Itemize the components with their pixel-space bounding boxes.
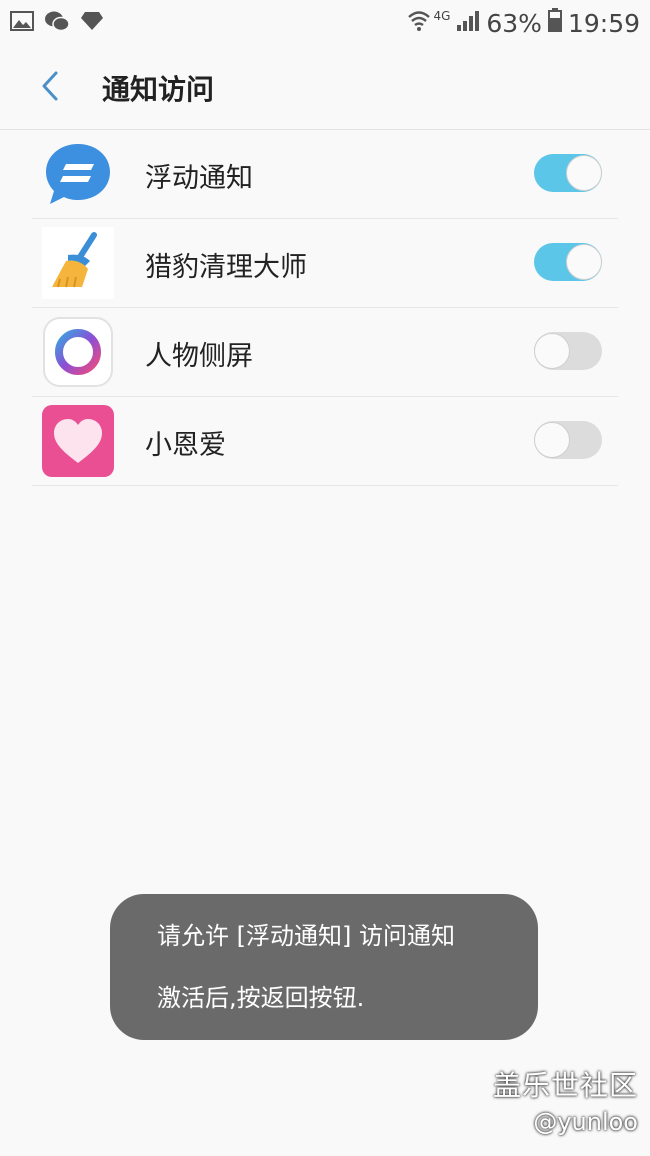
- toggle-people-edge[interactable]: [534, 332, 602, 370]
- wechat-icon: [44, 10, 70, 36]
- list-item-xiaoenai[interactable]: 小恩爱: [32, 397, 618, 486]
- list-item-cleaner[interactable]: 猎豹清理大师: [32, 219, 618, 308]
- app-list: 浮动通知 猎豹清理大师 人物侧屏 小恩爱: [0, 130, 650, 486]
- page-title: 通知访问: [102, 73, 215, 106]
- broom-icon: [42, 227, 114, 299]
- network-type: 4G: [433, 9, 451, 23]
- diamond-icon: [80, 11, 104, 35]
- toggle-cleaner[interactable]: [534, 243, 602, 281]
- toggle-knob: [566, 155, 602, 191]
- chevron-left-icon: [40, 70, 60, 106]
- toast-message: 请允许 [浮动通知] 访问通知 激活后,按返回按钮.: [110, 894, 538, 1040]
- toast-line-2: 激活后,按返回按钮.: [157, 984, 365, 1012]
- battery-icon: [547, 8, 562, 38]
- watermark-handle: @yunloo: [533, 1108, 638, 1136]
- wifi-icon: [407, 9, 431, 38]
- toggle-knob: [566, 244, 602, 280]
- app-name: 人物侧屏: [145, 341, 253, 372]
- toast-line-1: 请允许 [浮动通知] 访问通知: [157, 922, 455, 950]
- floating-notification-icon: [42, 138, 114, 210]
- watermark: 盖乐世社区 @yunloo: [493, 1064, 638, 1136]
- people-edge-icon: [42, 316, 114, 388]
- watermark-brand: 盖乐世社区: [492, 1069, 638, 1102]
- status-bar-right: 4G 63% 19:59: [407, 8, 640, 38]
- signal-icon: [456, 9, 480, 38]
- status-bar-left: [10, 10, 104, 36]
- heart-icon: [42, 405, 114, 477]
- app-bar: 通知访问: [0, 46, 650, 130]
- back-button[interactable]: [30, 66, 70, 110]
- toggle-xiaoenai[interactable]: [534, 421, 602, 459]
- clock: 19:59: [567, 8, 640, 38]
- toggle-knob: [534, 422, 570, 458]
- app-name: 浮动通知: [145, 163, 253, 194]
- status-bar: 4G 63% 19:59: [0, 0, 650, 46]
- toggle-knob: [534, 333, 570, 369]
- list-item-floating-notification[interactable]: 浮动通知: [32, 130, 618, 219]
- list-item-people-edge[interactable]: 人物侧屏: [32, 308, 618, 397]
- gallery-icon: [10, 11, 34, 35]
- battery-percent: 63%: [486, 8, 542, 38]
- app-name: 小恩爱: [145, 430, 226, 461]
- toggle-floating-notification[interactable]: [534, 154, 602, 192]
- app-name: 猎豹清理大师: [145, 252, 307, 283]
